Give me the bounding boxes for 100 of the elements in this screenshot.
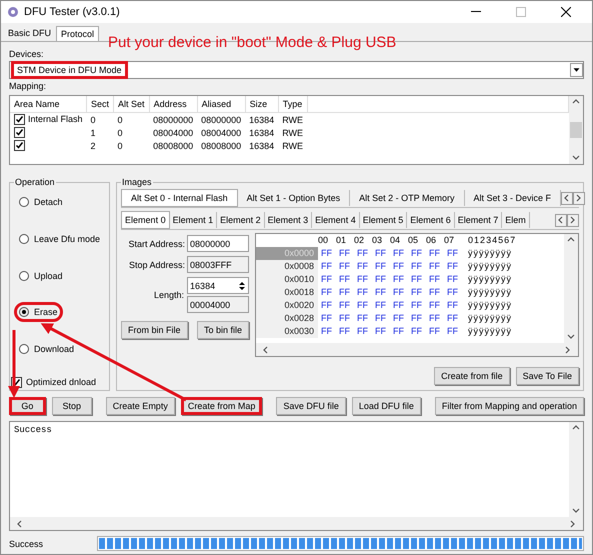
radio-option[interactable]: Download [14,340,80,358]
hex-byte: FF [410,299,424,312]
radio-button[interactable] [19,197,29,207]
tab[interactable]: Element 1 [170,212,218,228]
tab[interactable]: Alt Set 0 - Internal Flash [121,189,238,207]
table-cell: RWE [282,140,304,150]
table-cell: Internal Flash [28,114,83,124]
column-header[interactable]: Aliased [197,96,246,112]
checkbox[interactable] [14,114,25,126]
scroll-left-icon[interactable] [262,346,270,354]
length-hex-field[interactable]: 00004000 [187,296,250,313]
hex-offset[interactable]: 0x0010 [256,273,318,286]
hex-byte: FF [374,260,388,273]
column-header[interactable]: Alt Set [114,96,150,112]
scroll-left-icon[interactable] [557,216,565,224]
close-icon[interactable] [561,7,571,17]
column-header[interactable]: Type [278,96,308,112]
action-button[interactable]: Create Empty [106,397,175,415]
column-header[interactable]: Size [245,96,278,112]
tab[interactable]: Element 2 [217,212,265,228]
scroll-right-icon[interactable] [569,216,577,224]
scroll-left-icon[interactable] [563,194,572,202]
scroll-right-icon[interactable] [569,520,577,528]
hex-byte: FF [374,312,388,325]
radio-option[interactable]: Leave Dfu mode [14,230,106,248]
tab[interactable]: Elem [502,212,530,228]
scroll-right-icon[interactable] [564,346,572,354]
hex-offset[interactable]: 0x0008 [256,260,318,273]
radio-button[interactable] [19,234,29,244]
hex-column-header: 07 [444,234,456,247]
table-cell: 0 [90,114,96,124]
table-cell: 0 [118,114,123,124]
hex-byte: FF [320,260,334,273]
scroll-up-icon[interactable] [567,236,575,244]
scroll-right-icon[interactable] [575,194,584,202]
hex-byte: FF [428,260,442,273]
radio-button[interactable] [19,307,29,318]
checkbox[interactable] [14,127,25,138]
hex-byte: FF [392,247,406,260]
tab[interactable]: Basic DFU [3,25,56,41]
radio-option[interactable]: Erase [14,303,63,322]
hex-byte: FF [428,273,442,286]
column-header[interactable]: Address [149,96,198,112]
hex-byte: FF [338,312,352,325]
tab[interactable]: Element 7 [454,212,502,228]
scroll-up-icon[interactable] [572,98,580,106]
hex-offset[interactable]: 0x0028 [256,312,318,325]
scroll-down-icon[interactable] [572,507,580,515]
scroll-up-icon[interactable] [572,424,580,432]
minimize-icon[interactable] [471,11,481,13]
table-cell: 08008000 [201,140,242,150]
radio-option[interactable]: Upload [14,266,68,285]
hex-offset[interactable]: 0x0020 [256,299,318,312]
app-icon [7,6,19,18]
hex-column-header: 01 [336,234,348,247]
start-address-field[interactable]: 08000000 [187,235,250,252]
scroll-down-icon[interactable] [567,333,575,341]
devices-dropdown[interactable]: STM Device in DFU Mode [9,61,584,79]
bin-file-button[interactable]: From bin File [121,321,188,339]
tab[interactable]: Element 0 [121,211,170,229]
hex-byte: FF [356,247,370,260]
column-header[interactable]: Area Name [10,96,87,112]
scroll-left-icon[interactable] [16,520,24,528]
action-button[interactable]: Stop [52,397,92,415]
tab[interactable]: Alt Set 2 - OTP Memory [350,190,464,206]
hex-column-header: 04 [390,234,402,247]
tab[interactable]: Element 6 [407,212,455,228]
tab[interactable]: Element 4 [312,212,360,228]
tab[interactable]: Element 5 [360,212,408,228]
checkbox[interactable] [14,140,25,152]
file-button[interactable]: Create from file [434,367,510,385]
hex-byte: FF [356,325,370,338]
hex-byte: FF [428,325,442,338]
hex-byte: FF [338,247,352,260]
ascii-text: ÿÿÿÿÿÿÿÿ [467,325,514,338]
bin-file-button[interactable]: To bin file [197,321,250,339]
radio-button[interactable] [19,270,29,281]
hex-offset[interactable]: 0x0018 [256,286,318,299]
action-button[interactable]: Create from Map [180,397,262,415]
ascii-header: 01234567 [467,234,518,247]
hex-offset[interactable]: 0x0030 [256,325,318,338]
action-button[interactable]: Filter from Mapping and operation [434,397,584,415]
column-header[interactable]: Sect [86,96,114,112]
action-button[interactable]: Load DFU file [352,397,421,415]
radio-option[interactable]: Detach [14,193,68,211]
hex-byte: FF [410,325,424,338]
radio-button[interactable] [19,344,29,354]
stop-address-field[interactable]: 08003FFF [187,256,250,273]
scrollbar-thumb[interactable] [570,122,582,138]
tab[interactable]: Alt Set 1 - Option Bytes [238,190,350,206]
length-spinner[interactable]: 16384 [187,277,250,294]
tab[interactable]: Element 3 [264,212,312,228]
scroll-down-icon[interactable] [572,154,580,162]
file-button[interactable]: Save To File [516,367,579,385]
tab[interactable]: Protocol [56,26,100,41]
action-button[interactable]: Go [9,397,46,415]
hex-byte: FF [392,325,406,338]
table-cell: 0 [118,128,123,138]
hex-byte: FF [374,325,388,338]
action-button[interactable]: Save DFU file [276,397,346,415]
